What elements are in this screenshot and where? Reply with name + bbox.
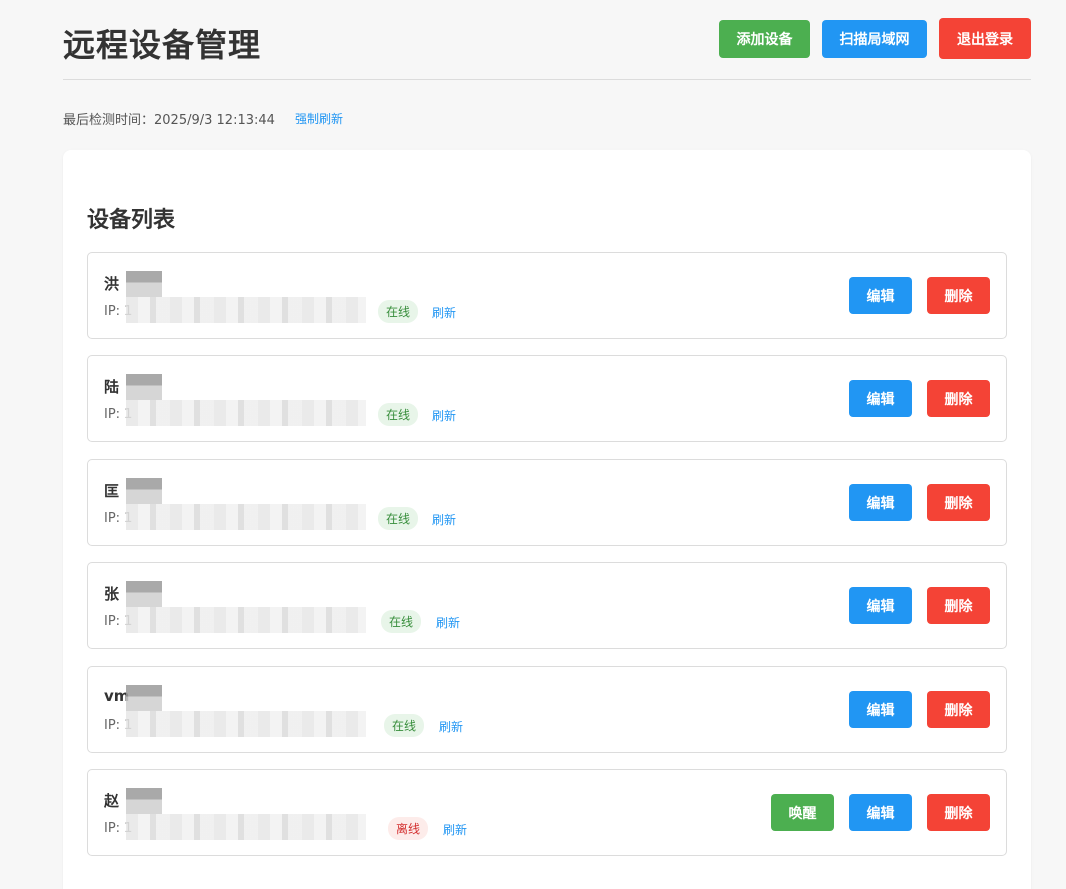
status-badge: 在线: [378, 403, 419, 426]
delete-button[interactable]: 删除: [927, 484, 990, 521]
redacted-ip: [126, 504, 366, 530]
scan-lan-button[interactable]: 扫描局域网: [822, 20, 927, 58]
edit-button[interactable]: 编辑: [849, 587, 912, 624]
redacted-name: [126, 271, 162, 297]
delete-button[interactable]: 删除: [927, 380, 990, 417]
redacted-ip: [126, 400, 366, 426]
delete-button[interactable]: 删除: [927, 691, 990, 728]
redacted-ip: [126, 297, 366, 323]
edit-button[interactable]: 编辑: [849, 380, 912, 417]
status-badge: 在线: [384, 714, 425, 737]
device-refresh-link[interactable]: 刷新: [432, 407, 456, 424]
delete-button[interactable]: 删除: [927, 277, 990, 314]
last-check-label: 最后检测时间：: [63, 113, 155, 128]
device-refresh-link[interactable]: 刷新: [432, 511, 456, 528]
redacted-name: [126, 685, 162, 711]
edit-button[interactable]: 编辑: [849, 794, 912, 831]
edit-button[interactable]: 编辑: [849, 691, 912, 728]
device-name: 张: [104, 585, 120, 603]
device-list-title: 设备列表: [87, 208, 176, 233]
redacted-name: [126, 478, 162, 504]
redacted-ip: [126, 814, 366, 840]
device-name: 匡: [104, 482, 120, 500]
device-name: 陆: [104, 378, 120, 396]
device-refresh-link[interactable]: 刷新: [443, 821, 467, 838]
edit-button[interactable]: 编辑: [849, 277, 912, 314]
edit-button[interactable]: 编辑: [849, 484, 912, 521]
page-title: 远程设备管理: [63, 26, 262, 64]
last-check-line: 最后检测时间：2025/9/3 12:13:44: [63, 109, 275, 128]
wake-button[interactable]: 唤醒: [771, 794, 834, 831]
status-badge: 离线: [388, 817, 429, 840]
status-badge: 在线: [378, 507, 419, 530]
redacted-ip: [126, 711, 366, 737]
device-row: 赵 IP: 1 离线 刷新 唤醒 编辑 删除: [87, 769, 1007, 856]
device-name: 洪: [104, 275, 120, 293]
device-name: 赵: [104, 792, 120, 810]
force-refresh-link[interactable]: 强制刷新: [295, 110, 343, 127]
status-badge: 在线: [381, 610, 422, 633]
device-refresh-link[interactable]: 刷新: [436, 614, 460, 631]
redacted-name: [126, 788, 162, 814]
device-row: 陆 IP: 1 在线 刷新 编辑 删除: [87, 355, 1007, 442]
redacted-name: [126, 581, 162, 607]
device-row: 匡 IP: 1 在线 刷新 编辑 删除: [87, 459, 1007, 546]
device-refresh-link[interactable]: 刷新: [432, 304, 456, 321]
delete-button[interactable]: 删除: [927, 794, 990, 831]
redacted-ip: [126, 607, 366, 633]
logout-button[interactable]: 退出登录: [939, 18, 1031, 59]
device-list-card: 设备列表 洪 IP: 1 在线 刷新 编辑 删除 陆 IP: 1 在线 刷新 编…: [63, 150, 1031, 889]
status-badge: 在线: [378, 300, 419, 323]
device-row: vm IP: 1 在线 刷新 编辑 删除: [87, 666, 1007, 753]
device-row: 张 IP: 1 在线 刷新 编辑 删除: [87, 562, 1007, 649]
delete-button[interactable]: 删除: [927, 587, 990, 624]
add-device-button[interactable]: 添加设备: [719, 20, 810, 58]
device-refresh-link[interactable]: 刷新: [439, 718, 463, 735]
header: 远程设备管理 添加设备 扫描局域网 退出登录: [63, 0, 1031, 80]
last-check-time: 2025/9/3 12:13:44: [154, 113, 275, 128]
redacted-name: [126, 374, 162, 400]
device-row: 洪 IP: 1 在线 刷新 编辑 删除: [87, 252, 1007, 339]
page: 远程设备管理 添加设备 扫描局域网 退出登录 最后检测时间：2025/9/3 1…: [0, 0, 1066, 889]
